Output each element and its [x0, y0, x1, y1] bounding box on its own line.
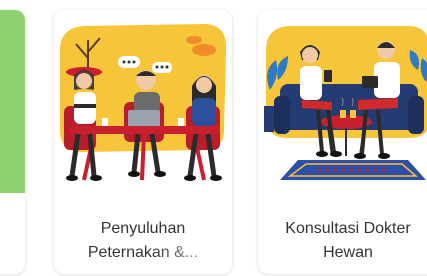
vet-consultation-illustration	[264, 26, 427, 180]
meeting-discussion-illustration	[59, 24, 227, 181]
card-label-line-2: Hewan	[323, 244, 373, 261]
category-card-konsultasi[interactable]: Konsultasi Dokter Hewan	[258, 10, 427, 274]
category-card-partial[interactable]	[0, 10, 25, 274]
category-carousel: Penyuluhan Peternakan &... Konsultasi Do…	[0, 0, 427, 276]
card-label: Penyuluhan Peternakan &...	[60, 217, 226, 265]
card-accent-strip	[0, 10, 25, 193]
card-label-line-1: Konsultasi Dokter	[285, 220, 411, 237]
card-label-line-2: Peternakan &...	[60, 241, 226, 265]
category-card-penyuluhan[interactable]: Penyuluhan Peternakan &...	[54, 10, 232, 274]
card-label-line-1: Penyuluhan	[100, 220, 186, 237]
card-label: Konsultasi Dokter Hewan	[264, 217, 427, 265]
